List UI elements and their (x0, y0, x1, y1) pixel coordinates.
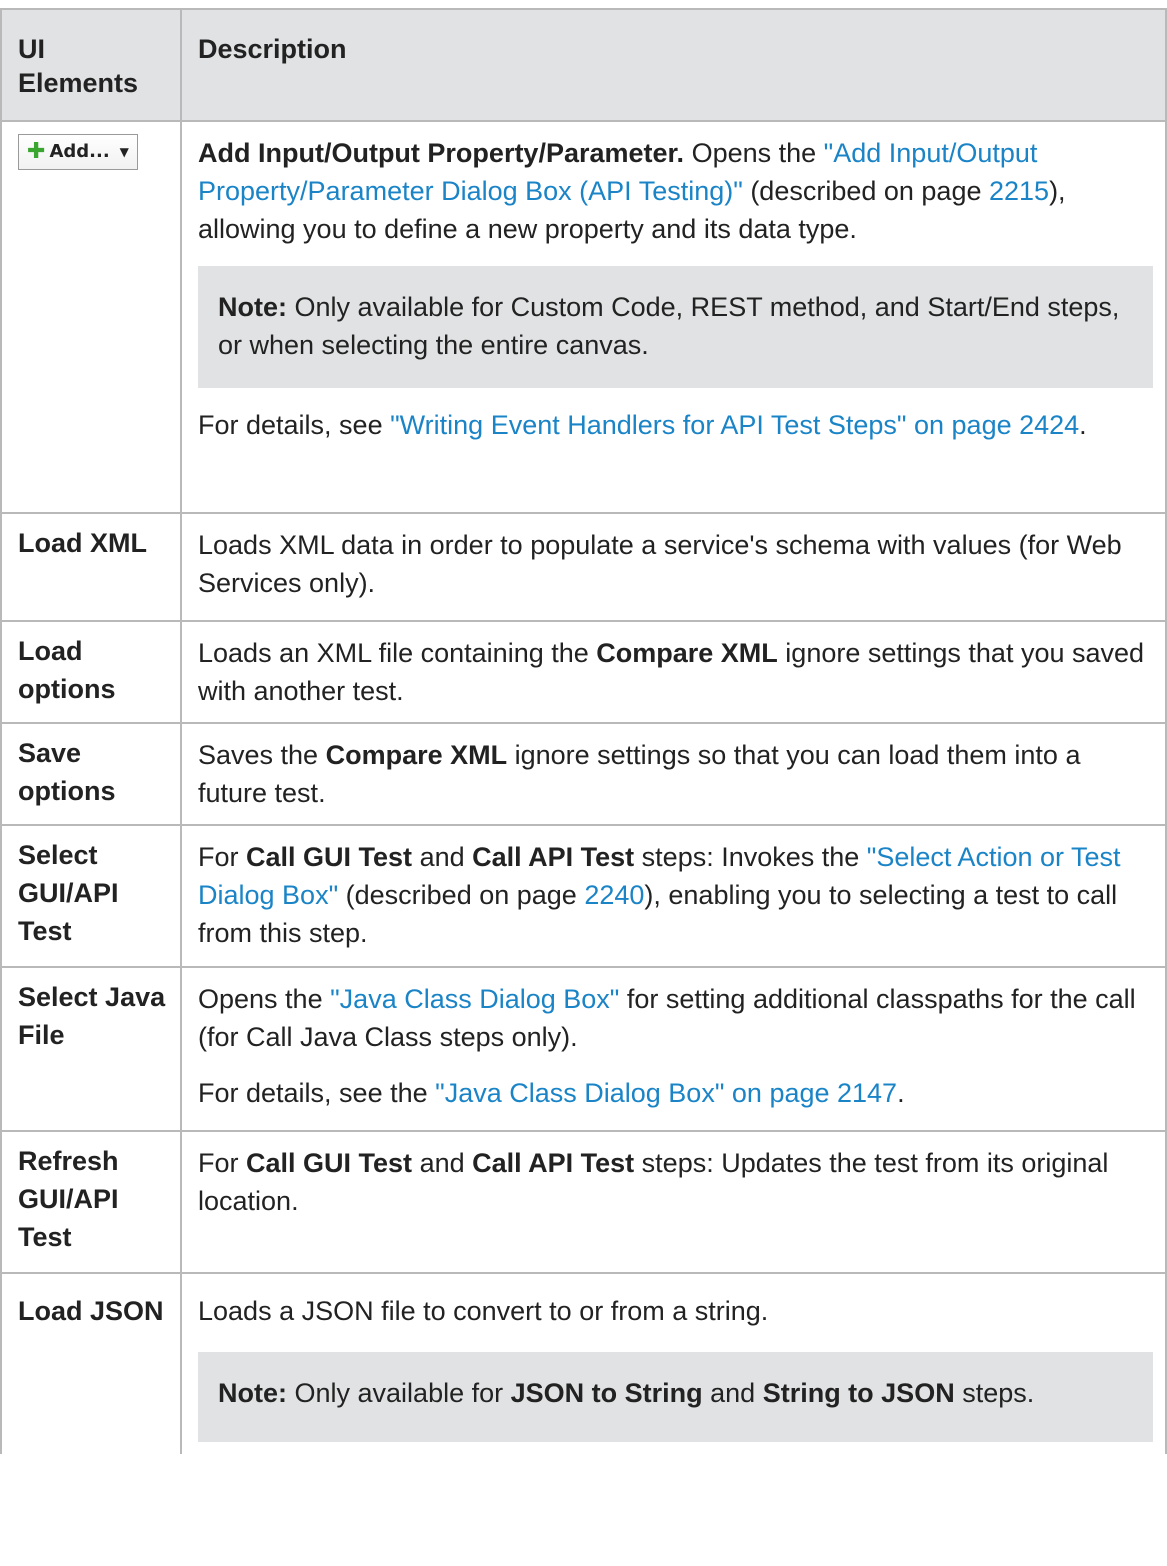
link-page-2240[interactable]: 2240 (584, 880, 644, 910)
table-row: Select Java File Opens the "Java Class D… (0, 966, 1167, 1132)
text: For (198, 842, 247, 872)
text: and (702, 1378, 763, 1408)
ui-element-cell: ✚ Add... ▼ (0, 120, 182, 514)
table-row: Load XML Loads XML data in order to popu… (0, 512, 1167, 622)
text: and (412, 1148, 473, 1178)
add-dropdown-button[interactable]: ✚ Add... ▼ (18, 134, 138, 170)
description-cell: Opens the "Java Class Dialog Box" for se… (180, 966, 1167, 1132)
table-row: Refresh GUI/API Test For Call GUI Test a… (0, 1130, 1167, 1274)
bold-text: JSON to String (510, 1378, 703, 1408)
description-cell: Loads XML data in order to populate a se… (180, 512, 1167, 622)
link-java-class-page[interactable]: "Java Class Dialog Box" on page 2147 (435, 1078, 897, 1108)
description-cell: For Call GUI Test and Call API Test step… (180, 1130, 1167, 1274)
bold-text: String to JSON (762, 1378, 955, 1408)
description-text: Opens the "Java Class Dialog Box" for se… (198, 980, 1153, 1056)
bold-text: Call GUI Test (246, 842, 413, 872)
ui-elements-table: UI Elements Description ✚ Add... ▼ Add I… (0, 8, 1167, 1454)
details-paragraph: For details, see the "Java Class Dialog … (198, 1074, 1153, 1112)
text: Opens the (684, 138, 824, 168)
table-row: Select GUI/API Test For Call GUI Test an… (0, 824, 1167, 968)
text: and (412, 842, 473, 872)
text: Opens the (198, 984, 331, 1014)
ui-element-name: Select GUI/API Test (0, 824, 182, 968)
header-ui-elements: UI Elements (0, 8, 182, 122)
description-paragraph: Add Input/Output Property/Parameter. Ope… (198, 134, 1153, 248)
description-text: Loads a JSON file to convert to or from … (198, 1296, 769, 1326)
bold-text: Compare XML (596, 638, 778, 668)
bold-text: Call GUI Test (246, 1148, 413, 1178)
text: For details, see (198, 410, 391, 440)
text: Saves the (198, 740, 326, 770)
text: For details, see the (198, 1078, 436, 1108)
description-text: Saves the Compare XML ignore settings so… (198, 736, 1153, 812)
description-cell: Loads a JSON file to convert to or from … (180, 1272, 1167, 1454)
note-text: Only available for Custom Code, REST met… (218, 292, 1120, 360)
description-cell: Add Input/Output Property/Parameter. Ope… (180, 120, 1167, 514)
table-row: ✚ Add... ▼ Add Input/Output Property/Par… (0, 120, 1167, 514)
chevron-down-icon: ▼ (119, 145, 129, 159)
text: Loads an XML file containing the (198, 638, 597, 668)
header-description: Description (180, 8, 1167, 122)
description-text: Loads XML data in order to populate a se… (198, 530, 1122, 598)
note-label: Note: (218, 292, 287, 322)
description-cell: Loads an XML file containing the Compare… (180, 620, 1167, 724)
note-box: Note: Only available for JSON to String … (198, 1352, 1153, 1442)
description-cell: For Call GUI Test and Call API Test step… (180, 824, 1167, 968)
table-row: Load options Loads an XML file containin… (0, 620, 1167, 724)
description-text: Loads an XML file containing the Compare… (198, 634, 1153, 710)
table-row: Load JSON Loads a JSON file to convert t… (0, 1272, 1167, 1454)
text: For (198, 1148, 247, 1178)
plus-icon: ✚ (27, 139, 46, 164)
text: . (1079, 410, 1087, 440)
ui-element-name: Refresh GUI/API Test (0, 1130, 182, 1274)
bold-text: Call API Test (472, 842, 635, 872)
text: steps: Invokes the (634, 842, 867, 872)
description-text: For Call GUI Test and Call API Test step… (198, 838, 1153, 952)
description-text: For Call GUI Test and Call API Test step… (198, 1144, 1153, 1220)
ui-element-name: Select Java File (0, 966, 182, 1132)
text: steps. (954, 1378, 1035, 1408)
ui-element-name: Save options (0, 722, 182, 826)
bold-text: Compare XML (325, 740, 508, 770)
note-box: Note: Only available for Custom Code, RE… (198, 266, 1153, 388)
link-event-handlers[interactable]: "Writing Event Handlers for API Test Ste… (390, 410, 1079, 440)
ui-element-name: Load XML (0, 512, 182, 622)
ui-element-name: Load JSON (0, 1272, 182, 1454)
note-label: Note: (218, 1378, 287, 1408)
details-paragraph: For details, see "Writing Event Handlers… (198, 406, 1153, 444)
add-button-label: Add... (49, 141, 110, 162)
table-header-row: UI Elements Description (0, 8, 1167, 122)
text: (described on page (742, 176, 989, 206)
ui-element-name: Load options (0, 620, 182, 724)
table-row: Save options Saves the Compare XML ignor… (0, 722, 1167, 826)
link-page-2215[interactable]: 2215 (989, 176, 1049, 206)
description-cell: Saves the Compare XML ignore settings so… (180, 722, 1167, 826)
text: . (897, 1078, 905, 1108)
text: Only available for (287, 1378, 511, 1408)
link-java-class-dialog[interactable]: "Java Class Dialog Box" (330, 984, 619, 1014)
bold-text: Call API Test (472, 1148, 635, 1178)
text: (described on page (338, 880, 585, 910)
description-title: Add Input/Output Property/Parameter. (198, 138, 685, 168)
